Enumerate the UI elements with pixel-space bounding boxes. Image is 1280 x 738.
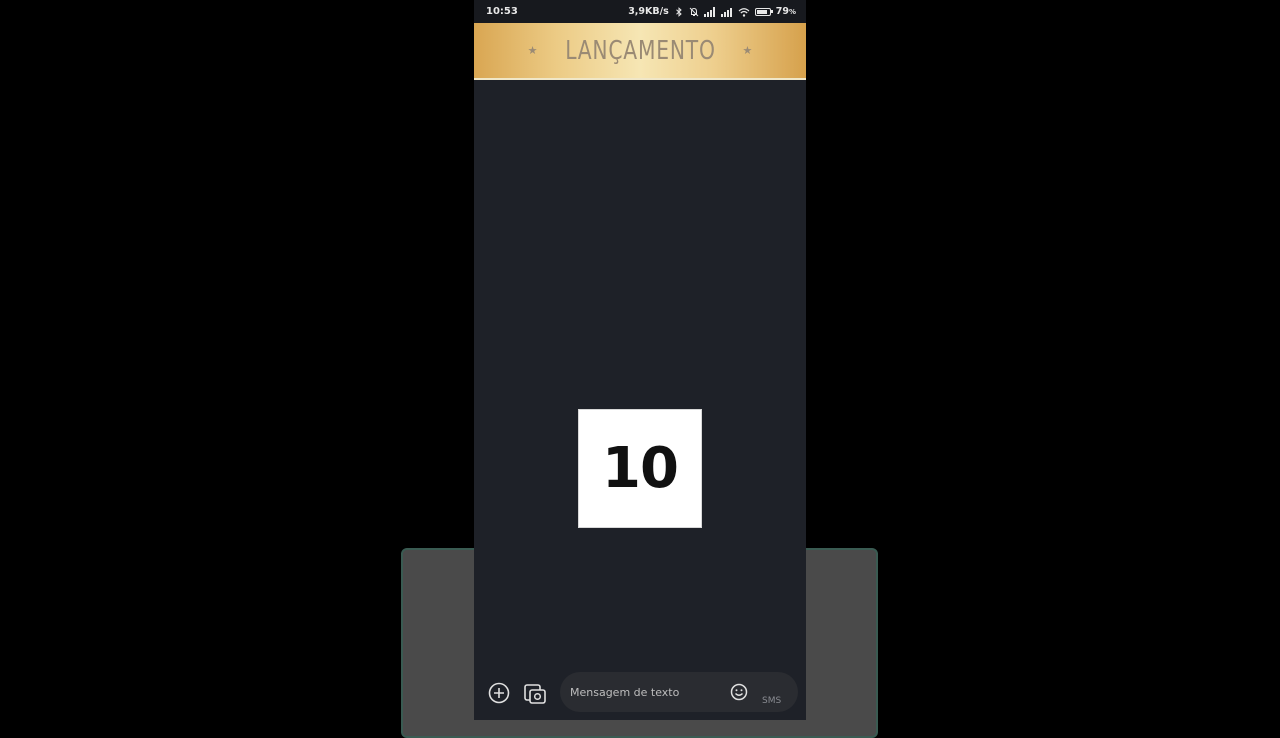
gallery-icon[interactable] [523,681,547,705]
battery-icon [754,7,773,16]
message-input[interactable] [570,682,720,702]
network-speed: 3,9KB/s [628,6,669,17]
mute-bell-icon [689,7,699,16]
status-bar: 10:53 3,9KB/s 79% [474,0,806,23]
emoji-icon[interactable] [730,683,748,701]
sms-label: SMS [762,696,782,706]
battery-percent: 79% [775,6,796,17]
countdown-number: 10 [602,436,679,501]
countdown-box: 10 [578,409,702,528]
star-icon: ★ [742,44,753,57]
signal-4g-icon [720,7,732,17]
add-circle-icon[interactable] [488,682,510,704]
banner-title: LANÇAMENTO [564,35,716,66]
message-field: SMS [560,672,798,712]
wifi-icon [738,7,750,17]
status-icons: 3,9KB/s 79% [628,6,796,17]
signal-icon [703,6,715,17]
phone-screen: 10:53 3,9KB/s 79% ★ LANÇAMENTO ★ 10 Mens… [474,0,806,720]
message-composer: SMS [474,668,806,720]
bluetooth-icon [675,6,682,17]
launch-banner: ★ LANÇAMENTO ★ [474,23,806,80]
status-time: 10:53 [486,6,518,17]
star-icon: ★ [527,44,538,57]
